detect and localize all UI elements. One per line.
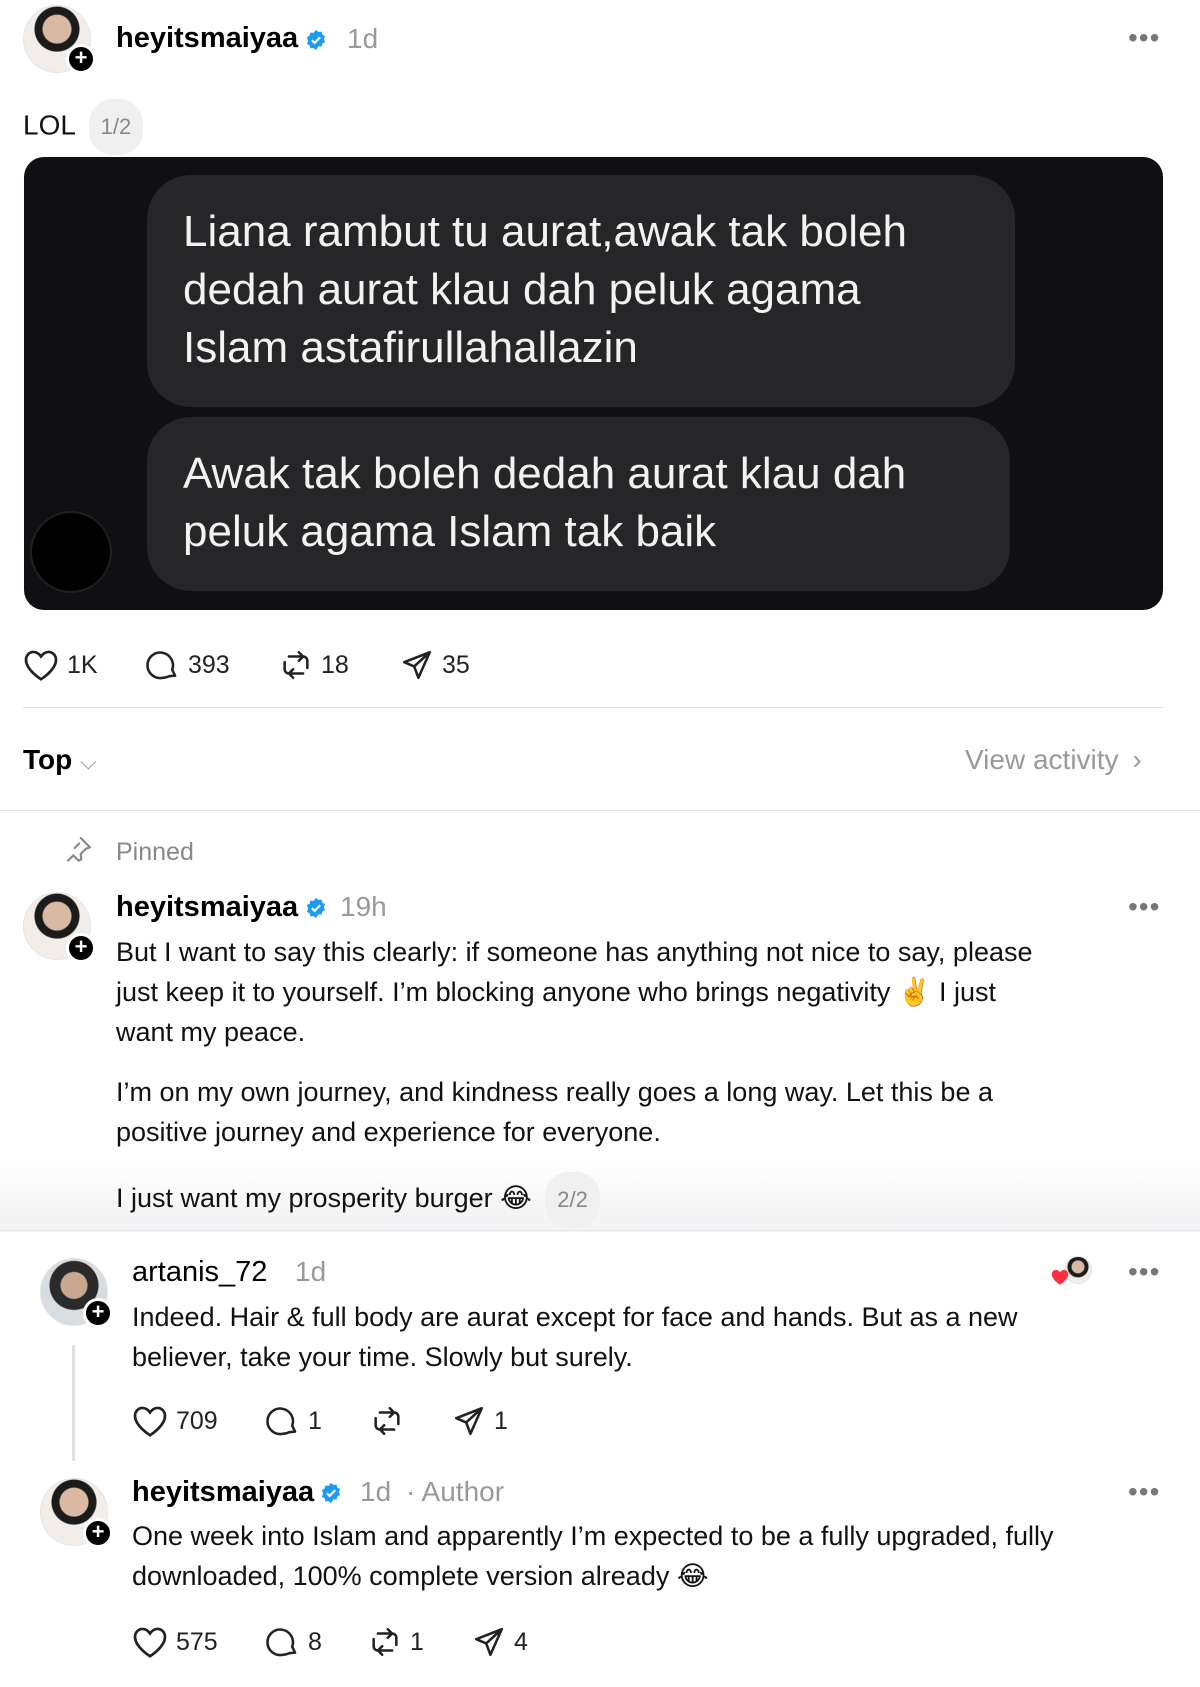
sort-label: Top bbox=[23, 744, 73, 775]
reply1-username[interactable]: artanis_72 bbox=[132, 1256, 267, 1289]
sort-dropdown[interactable]: Top ⌵ bbox=[23, 744, 97, 776]
reply2-share-count: 4 bbox=[514, 1627, 528, 1656]
view-activity-link[interactable]: View activity › bbox=[965, 744, 1142, 776]
reply1-line: believer, take your time. Slowly but sur… bbox=[132, 1342, 633, 1372]
reply2-username[interactable]: heyitsmaiyaa bbox=[132, 1476, 314, 1509]
view-activity-label: View activity bbox=[965, 744, 1119, 775]
reply1-comment-button[interactable]: 1 bbox=[266, 1404, 322, 1438]
bubble1-line: Liana rambut tu aurat,awak tak boleh bbox=[183, 207, 908, 256]
repost-button[interactable]: 18 bbox=[279, 648, 349, 682]
pinned-line: I just want my prosperity burger 😂 bbox=[116, 1183, 532, 1214]
comment-count: 393 bbox=[188, 650, 230, 679]
bubble2-line: Awak tak boleh dedah aurat klau dah bbox=[183, 449, 907, 498]
bubble2-line: peluk agama Islam tak baik bbox=[183, 507, 717, 556]
reply1-share-button[interactable]: 1 bbox=[452, 1404, 508, 1438]
chevron-right-icon: › bbox=[1132, 744, 1142, 775]
reply1-repost-button[interactable] bbox=[370, 1404, 412, 1438]
section-divider bbox=[0, 810, 1200, 811]
repost-icon bbox=[374, 1406, 400, 1436]
pin-icon bbox=[66, 836, 92, 862]
share-count: 35 bbox=[442, 650, 470, 679]
chevron-down-icon: ⌵ bbox=[80, 749, 97, 774]
follow-plus-icon[interactable]: + bbox=[83, 1518, 113, 1548]
reply2-comment-button[interactable]: 8 bbox=[266, 1625, 322, 1659]
post-image[interactable]: Liana rambut tu aurat,awak tak boleh ded… bbox=[24, 157, 1163, 610]
reply2-text: One week into Islam and apparently I’m e… bbox=[132, 1516, 1182, 1596]
post-more-icon[interactable]: ••• bbox=[1128, 22, 1160, 54]
pinned-time: 19h bbox=[340, 891, 387, 922]
reply1-share-count: 1 bbox=[494, 1406, 508, 1435]
pinned-line: I’m on my own journey, and kindness real… bbox=[116, 1077, 993, 1107]
reply2-repost-button[interactable]: 1 bbox=[368, 1625, 424, 1659]
repost-icon bbox=[283, 650, 309, 680]
pinned-text: But I want to say this clearly: if someo… bbox=[116, 932, 1166, 1228]
comment-icon bbox=[146, 651, 177, 680]
reply2-time: 1d bbox=[360, 1476, 392, 1507]
reply1-comment-count: 1 bbox=[308, 1406, 322, 1435]
pinned-page-badge: 2/2 bbox=[545, 1172, 600, 1228]
reply2-line: One week into Islam and apparently I’m e… bbox=[132, 1521, 1054, 1551]
follow-plus-icon[interactable]: + bbox=[66, 44, 96, 74]
repost-count: 18 bbox=[321, 650, 349, 679]
heart-icon bbox=[24, 650, 58, 681]
heart-icon bbox=[133, 1406, 167, 1437]
post-page-badge: 1/2 bbox=[88, 99, 144, 155]
message-bubble-2: Awak tak boleh dedah aurat klau dah pelu… bbox=[147, 417, 1010, 591]
reply2-repost-count: 1 bbox=[410, 1627, 424, 1656]
post-divider bbox=[23, 707, 1163, 708]
pinned-line: just keep it to yourself. I’m blocking a… bbox=[116, 977, 997, 1007]
thread-line bbox=[72, 1345, 75, 1461]
pinned-more-icon[interactable]: ••• bbox=[1128, 891, 1160, 923]
send-icon bbox=[454, 1406, 484, 1436]
follow-plus-icon[interactable]: + bbox=[66, 933, 96, 963]
verified-badge-icon bbox=[306, 29, 326, 51]
bubble1-line: Islam astafirullahallazin bbox=[183, 323, 638, 372]
reply2-more-icon[interactable]: ••• bbox=[1128, 1476, 1160, 1508]
reply2-comment-count: 8 bbox=[308, 1627, 322, 1656]
verified-badge-icon bbox=[321, 1482, 341, 1504]
reply1-like-count: 709 bbox=[176, 1406, 218, 1435]
post-time: 1d bbox=[347, 23, 379, 54]
send-icon bbox=[474, 1627, 504, 1657]
verified-badge-icon bbox=[306, 897, 326, 919]
follow-plus-icon[interactable]: + bbox=[83, 1298, 113, 1328]
pinned-divider bbox=[0, 1230, 1200, 1231]
reply2-line: downloaded, 100% complete version alread… bbox=[132, 1561, 709, 1591]
like-button[interactable]: 1K bbox=[23, 648, 98, 682]
comment-icon bbox=[266, 1407, 297, 1436]
comment-button[interactable]: 393 bbox=[146, 648, 230, 682]
bubble1-line: dedah aurat klau dah peluk agama bbox=[183, 265, 861, 314]
post-text-content: LOL bbox=[23, 109, 75, 141]
reply1-text: Indeed. Hair & full body are aurat excep… bbox=[132, 1297, 1172, 1377]
pinned-line: positive journey and experience for ever… bbox=[116, 1117, 661, 1147]
like-count: 1K bbox=[67, 650, 98, 679]
comment-icon bbox=[266, 1628, 297, 1657]
pinned-line: want my peace. bbox=[116, 1017, 306, 1047]
message-bubble-1: Liana rambut tu aurat,awak tak boleh ded… bbox=[147, 175, 1015, 407]
sender-avatar bbox=[30, 511, 112, 593]
repost-icon bbox=[372, 1627, 398, 1657]
pinned-last-line: I just want my prosperity burger 😂 2/2 bbox=[116, 1172, 1166, 1228]
reply2-like-count: 575 bbox=[176, 1627, 218, 1656]
post-text: LOL 1/2 bbox=[23, 99, 144, 155]
reply1-time: 1d bbox=[295, 1256, 327, 1287]
post-username[interactable]: heyitsmaiyaa bbox=[116, 22, 298, 55]
share-button[interactable]: 35 bbox=[400, 648, 470, 682]
heart-icon bbox=[133, 1627, 167, 1658]
pinned-line: But I want to say this clearly: if someo… bbox=[116, 937, 1033, 967]
pinned-label: Pinned bbox=[116, 838, 194, 866]
reply1-like-button[interactable]: 709 bbox=[132, 1404, 218, 1438]
send-icon bbox=[402, 650, 432, 680]
reply2-like-button[interactable]: 575 bbox=[132, 1625, 218, 1659]
reply1-line: Indeed. Hair & full body are aurat excep… bbox=[132, 1302, 1018, 1332]
reply1-more-icon[interactable]: ••• bbox=[1128, 1256, 1160, 1288]
liked-by-author-icon bbox=[1050, 1256, 1092, 1290]
reply2-share-button[interactable]: 4 bbox=[472, 1625, 528, 1659]
pinned-username[interactable]: heyitsmaiyaa bbox=[116, 891, 298, 924]
author-label: · Author bbox=[406, 1476, 505, 1507]
